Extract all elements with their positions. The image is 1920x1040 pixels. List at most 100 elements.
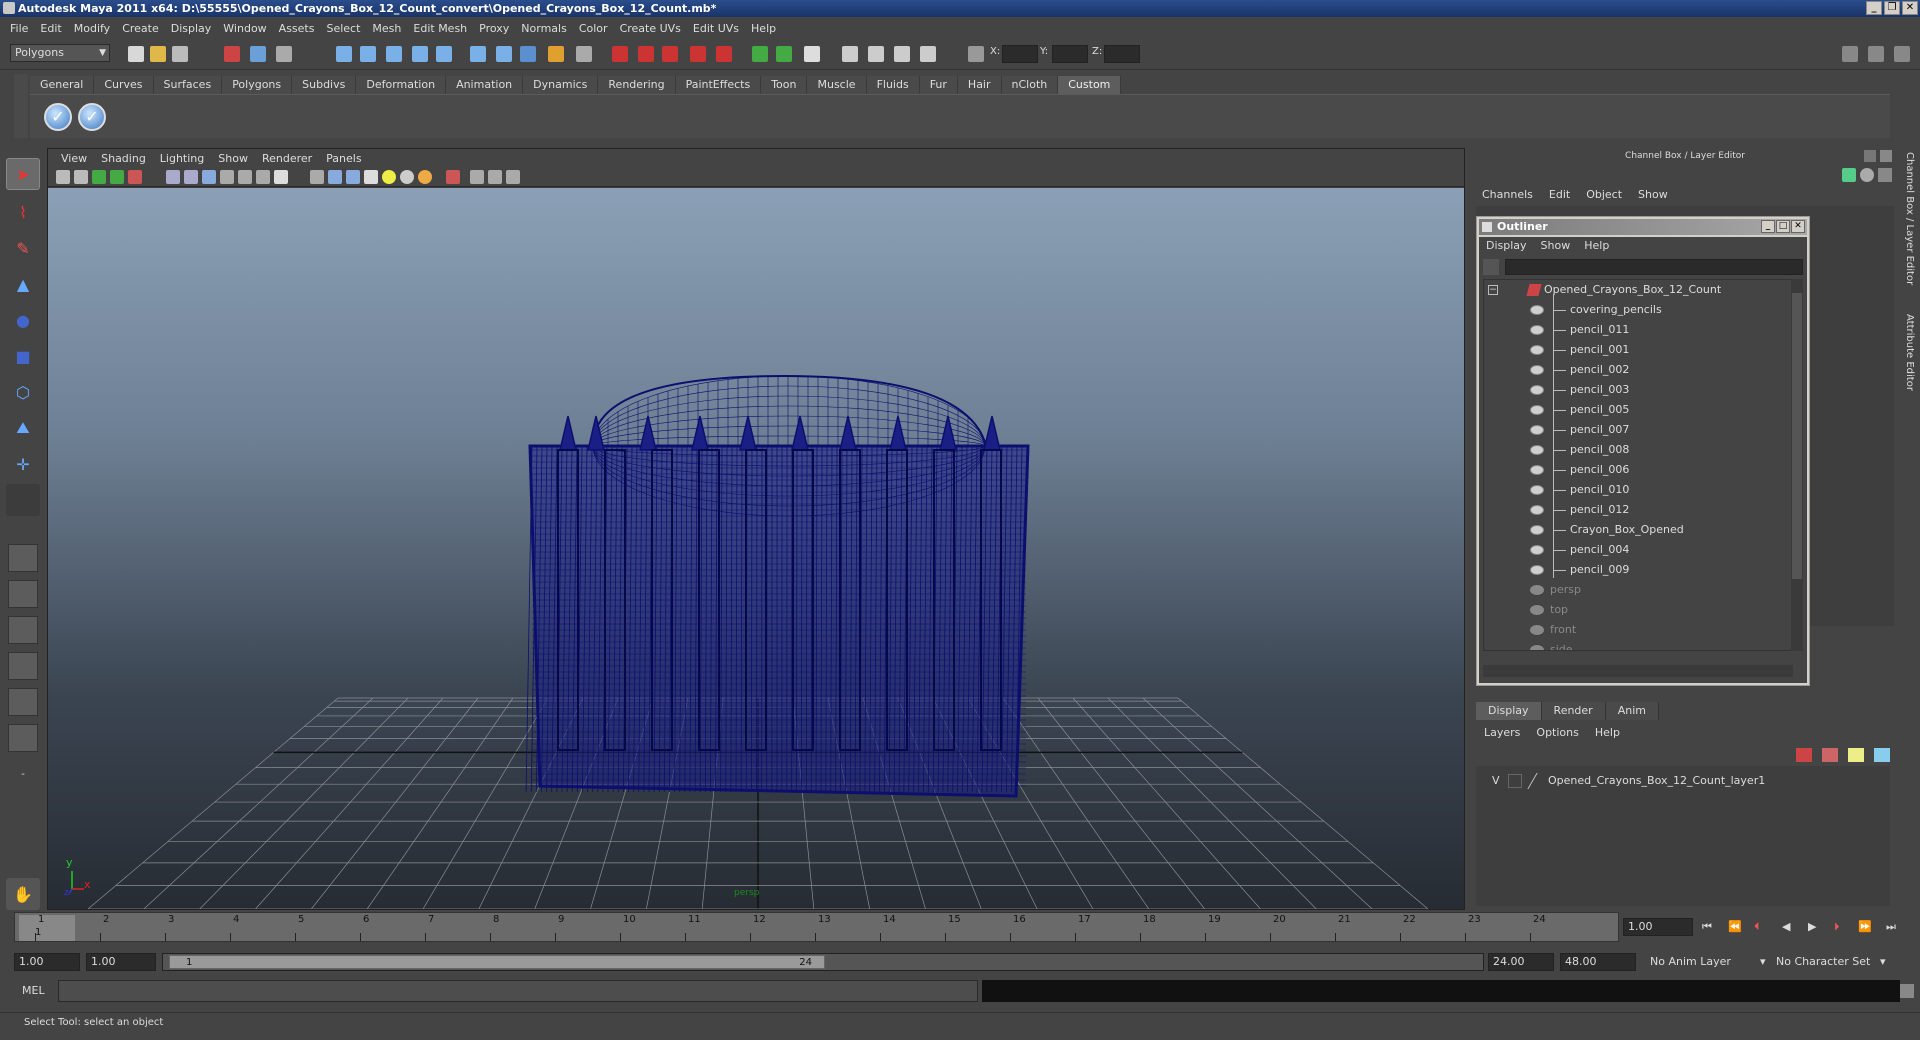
animation-end-field[interactable]: 48.00 <box>1560 953 1636 971</box>
outliner-search-input[interactable] <box>1505 259 1803 275</box>
snap-point-icon[interactable] <box>386 46 402 62</box>
attribute-toggle-icon[interactable] <box>804 46 820 62</box>
menu-edit-mesh[interactable]: Edit Mesh <box>407 22 473 35</box>
outliner-item-row[interactable]: Crayon_Box_Opened <box>1484 520 1792 540</box>
outliner-maximize-button[interactable]: □ <box>1776 220 1790 233</box>
character-set-dropdown[interactable]: No Character Set <box>1776 953 1870 971</box>
menu-display[interactable]: Display <box>165 22 218 35</box>
shelf-tab-ncloth[interactable]: nCloth <box>1001 76 1059 94</box>
layer-type-toggle[interactable] <box>1508 774 1522 788</box>
new-empty-layer-icon[interactable] <box>1848 748 1864 762</box>
current-time-indicator[interactable] <box>19 915 75 941</box>
shelf-tab-surfaces[interactable]: Surfaces <box>153 76 223 94</box>
menu-help[interactable]: Help <box>745 22 782 35</box>
selection-mask-icon[interactable] <box>576 46 592 62</box>
viewport-menu-panels[interactable]: Panels <box>319 152 368 165</box>
menu-window[interactable]: Window <box>217 22 272 35</box>
select-object-icon[interactable] <box>250 46 266 62</box>
layer-menu-options[interactable]: Options <box>1528 724 1586 742</box>
shelf-tab-dynamics[interactable]: Dynamics <box>523 76 599 94</box>
menu-edit-uvs[interactable]: Edit UVs <box>687 22 745 35</box>
channel-slider-icon[interactable] <box>1878 168 1892 182</box>
ipr-render-icon[interactable] <box>638 46 654 62</box>
side-tab-channel-box[interactable]: Channel Box / Layer Editor <box>1904 152 1915 302</box>
xray-joints-icon[interactable] <box>488 170 502 184</box>
outliner-tree[interactable]: − Opened_Crayons_Box_12_Count covering_p… <box>1483 279 1793 651</box>
menu-set-selector[interactable]: Polygons ▼ <box>10 44 110 62</box>
menu-color[interactable]: Color <box>573 22 614 35</box>
channel-speed-icon[interactable] <box>1860 168 1874 182</box>
step-back-frame-button[interactable]: ⏴ <box>1754 920 1760 934</box>
menu-file[interactable]: File <box>4 22 34 35</box>
shelf-tab-muscle[interactable]: Muscle <box>807 76 867 94</box>
anim-layer-arrow-icon[interactable]: ▾ <box>1760 953 1766 971</box>
panel-toggle-1-icon[interactable] <box>842 46 858 62</box>
menu-modify[interactable]: Modify <box>68 22 116 35</box>
scale-tool-icon[interactable]: ■ <box>6 340 40 372</box>
shelf-tab-curves[interactable]: Curves <box>94 76 154 94</box>
outliner-root-row[interactable]: − Opened_Crayons_Box_12_Count <box>1484 280 1792 300</box>
outliner-item-row[interactable]: pencil_010 <box>1484 480 1792 500</box>
hypershade-icon[interactable] <box>690 46 706 62</box>
snap-grid-icon[interactable] <box>336 46 352 62</box>
play-backwards-button[interactable]: ◀ <box>1782 920 1790 933</box>
show-tool-settings-icon[interactable] <box>1868 46 1884 62</box>
shelf-tab-polygons[interactable]: Polygons <box>222 76 293 94</box>
outliner-menu-help[interactable]: Help <box>1577 237 1616 255</box>
go-to-start-button[interactable]: ⏮ <box>1702 920 1712 934</box>
step-forward-key-button[interactable]: ⏩ <box>1858 920 1872 933</box>
channel-box-options-icon[interactable] <box>1842 168 1856 182</box>
layer-menu-layers[interactable]: Layers <box>1476 724 1528 742</box>
select-tool-icon[interactable]: ➤ <box>6 158 40 190</box>
image-plane-icon[interactable] <box>110 170 124 184</box>
character-set-arrow-icon[interactable]: ▾ <box>1880 953 1886 971</box>
shelf-tab-painteffects[interactable]: PaintEffects <box>675 76 762 94</box>
range-slider[interactable]: 1 24 <box>162 953 1484 971</box>
select-hierarchy-icon[interactable] <box>224 46 240 62</box>
cb-menu-object[interactable]: Object <box>1578 186 1630 204</box>
go-to-end-button[interactable]: ⏭ <box>1886 920 1896 934</box>
move-layer-up-icon[interactable] <box>1796 748 1812 762</box>
snap-curve-icon[interactable] <box>360 46 376 62</box>
outliner-persp-layout-icon[interactable] <box>8 616 38 644</box>
safe-action-icon[interactable] <box>238 170 252 184</box>
panel-close-icon[interactable] <box>1880 150 1892 162</box>
render-view-icon[interactable] <box>716 46 732 62</box>
field-chart-icon[interactable] <box>220 170 234 184</box>
layout-options-icon[interactable]: - <box>6 758 40 790</box>
time-slider[interactable]: 1 1 2 3 4 5 6 7 8 9 10 11 12 13 14 15 16 17 18 19 20 21 22 23 2… <box>14 912 1619 942</box>
film-gate-icon[interactable] <box>166 170 180 184</box>
shelf-tab-fur[interactable]: Fur <box>919 76 958 94</box>
outliner-menu-show[interactable]: Show <box>1534 237 1578 255</box>
outliner-item-row[interactable]: pencil_007 <box>1484 420 1792 440</box>
play-forwards-button[interactable]: ▶ <box>1808 920 1816 933</box>
shelf-tab-subdivs[interactable]: Subdivs <box>292 76 357 94</box>
grid-toggle-icon[interactable] <box>128 170 142 184</box>
graph-persp-layout-icon[interactable] <box>8 652 38 680</box>
outliner-item-row[interactable]: pencil_009 <box>1484 560 1792 580</box>
menu-select[interactable]: Select <box>320 22 366 35</box>
shelf-tab-general[interactable]: General <box>30 76 95 94</box>
isolate-select-icon[interactable] <box>446 170 460 184</box>
panel-float-icon[interactable] <box>1864 150 1876 162</box>
viewport-menu-lighting[interactable]: Lighting <box>153 152 211 165</box>
cb-menu-show[interactable]: Show <box>1630 186 1676 204</box>
outliner-close-button[interactable]: ✕ <box>1791 220 1805 233</box>
menu-proxy[interactable]: Proxy <box>473 22 515 35</box>
shelf-tab-rendering[interactable]: Rendering <box>598 76 676 94</box>
step-forward-frame-button[interactable]: ⏵ <box>1834 920 1840 934</box>
safe-title-icon[interactable] <box>256 170 270 184</box>
viewport-menu-renderer[interactable]: Renderer <box>255 152 319 165</box>
outliner-menu-display[interactable]: Display <box>1479 237 1534 255</box>
new-layer-from-selected-icon[interactable] <box>1874 748 1890 762</box>
menu-normals[interactable]: Normals <box>515 22 573 35</box>
outliner-item-row[interactable]: pencil_002 <box>1484 360 1792 380</box>
render-current-icon[interactable] <box>612 46 628 62</box>
select-camera-icon[interactable] <box>56 170 70 184</box>
make-live-icon[interactable] <box>436 46 452 62</box>
show-manipulator-icon[interactable]: ✛ <box>6 448 40 480</box>
range-slider-handle[interactable]: 1 24 <box>169 955 825 969</box>
minimize-button[interactable]: _ <box>1866 1 1882 15</box>
z-field[interactable] <box>1104 45 1140 63</box>
outliner-camera-row[interactable]: top <box>1484 600 1792 620</box>
